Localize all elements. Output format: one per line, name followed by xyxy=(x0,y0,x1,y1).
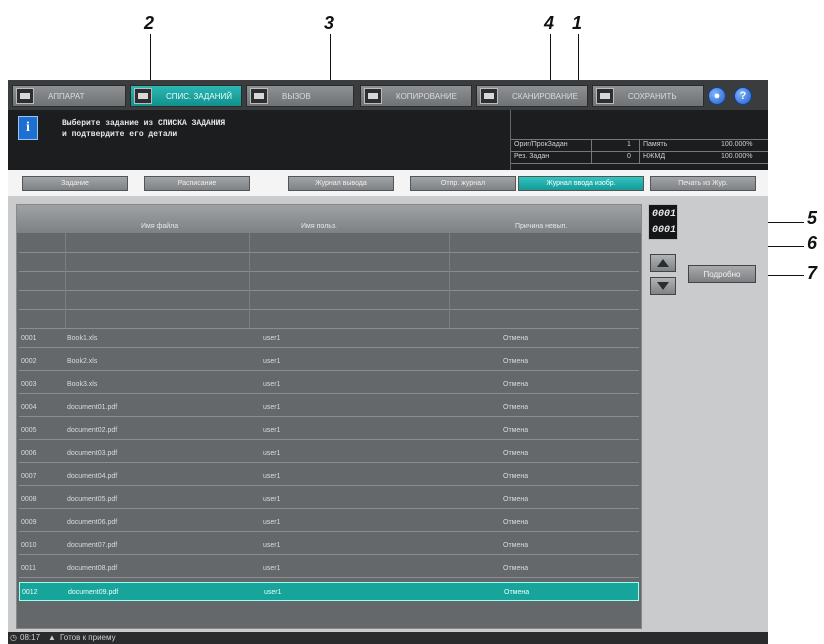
status-panel: Ориг/ПрокЗадан 1 Память 100.000% Рез. За… xyxy=(510,110,768,170)
job-list-table: Имя файла Имя польз. Причина невып. 0001… xyxy=(16,204,642,629)
control-panel-screen: АППАРАТ СПИС. ЗАДАНИЙ ВЫЗОВ КОПИРОВАНИЕ … xyxy=(8,80,768,644)
triangle-down-icon xyxy=(657,282,669,290)
subtab-output-log[interactable]: Журнал вывода xyxy=(288,176,394,191)
table-row[interactable]: 0005 document02.pdf user1 Отмена xyxy=(19,421,639,440)
sub-tab-bar: Задание Расписание Журнал вывода Отпр. ж… xyxy=(8,170,768,196)
printer-icon: ▲ xyxy=(48,633,56,642)
table-row[interactable]: 0003 Book3.xls user1 Отмена xyxy=(19,375,639,394)
message-line-2: и подтвердите его детали xyxy=(62,130,178,139)
scan-icon xyxy=(480,88,498,104)
tab-copy[interactable]: КОПИРОВАНИЕ xyxy=(360,85,472,107)
callout-7: 7 xyxy=(807,263,818,283)
hdd-value: 100.000% xyxy=(721,153,753,160)
machine-icon xyxy=(16,88,34,104)
recall-icon xyxy=(250,88,268,104)
tab-job-list[interactable]: СПИС. ЗАДАНИЙ xyxy=(130,85,242,107)
top-tab-bar: АППАРАТ СПИС. ЗАДАНИЙ ВЫЗОВ КОПИРОВАНИЕ … xyxy=(8,80,768,110)
column-failure-reason[interactable]: Причина невып. xyxy=(515,223,567,230)
hdd-label: НЖМД xyxy=(643,153,666,160)
memory-value: 100.000% xyxy=(721,141,753,148)
table-row[interactable]: 0004 document01.pdf user1 Отмена xyxy=(19,398,639,417)
table-row[interactable]: 0011 document08.pdf user1 Отмена xyxy=(19,559,639,578)
triangle-up-icon xyxy=(657,259,669,267)
table-header: Имя файла Имя польз. Причина невып. xyxy=(17,205,641,233)
counter-total: 0001 xyxy=(652,225,677,236)
message-area: i Выберите задание из СПИСКА ЗАДАНИЯ и п… xyxy=(8,110,768,170)
table-row-selected[interactable]: 0012 document09.pdf user1 Отмена xyxy=(19,582,639,601)
subtab-print-from-log[interactable]: Печать из Жур. xyxy=(650,176,756,191)
callout-2: 2 xyxy=(144,13,155,33)
clock-icon: ◷ xyxy=(10,633,17,642)
orig-job-label: Ориг/ПрокЗадан xyxy=(514,141,568,148)
clock-time: 08:17 xyxy=(20,633,41,642)
job-list-icon xyxy=(134,88,152,104)
tab-save[interactable]: СОХРАНИТЬ xyxy=(592,85,704,107)
save-icon xyxy=(596,88,614,104)
empty-row xyxy=(19,234,639,253)
orig-job-value: 1 xyxy=(627,141,631,148)
scroll-down-button[interactable] xyxy=(650,277,676,295)
page-counter: 0001 0001 xyxy=(648,204,678,240)
subtab-image-input-log[interactable]: Журнал ввода изобр. xyxy=(518,176,644,191)
empty-row xyxy=(19,253,639,272)
empty-row xyxy=(19,272,639,291)
callout-1: 1 xyxy=(572,13,583,33)
settings-globe-icon[interactable]: ● xyxy=(708,87,726,105)
empty-row xyxy=(19,310,639,329)
tab-scan[interactable]: СКАНИРОВАНИЕ xyxy=(476,85,588,107)
empty-row xyxy=(19,291,639,310)
reserve-job-value: 0 xyxy=(627,153,631,160)
callout-6: 6 xyxy=(807,233,818,253)
callout-5: 5 xyxy=(807,208,818,228)
subtab-current-jobs[interactable]: Задание xyxy=(22,176,128,191)
counter-current: 0001 xyxy=(652,209,677,220)
detail-button[interactable]: Подробно xyxy=(688,265,756,283)
scroll-up-button[interactable] xyxy=(650,254,676,272)
table-row[interactable]: 0010 document07.pdf user1 Отмена xyxy=(19,536,639,555)
column-file-name[interactable]: Имя файла xyxy=(141,223,178,230)
table-row[interactable]: 0001 Book1.xls user1 Отмена xyxy=(19,329,639,348)
bottom-status-bar: ◷ 08:17 ▲ Готов к приему xyxy=(8,632,768,644)
table-row[interactable]: 0008 document05.pdf user1 Отмена xyxy=(19,490,639,509)
copy-icon xyxy=(364,88,382,104)
subtab-send-log[interactable]: Отпр. журнал xyxy=(410,176,516,191)
info-icon: i xyxy=(18,116,38,140)
ready-status: Готов к приему xyxy=(60,633,116,642)
table-row[interactable]: 0007 document04.pdf user1 Отмена xyxy=(19,467,639,486)
table-row[interactable]: 0006 document03.pdf user1 Отмена xyxy=(19,444,639,463)
table-row[interactable]: 0009 document06.pdf user1 Отмена xyxy=(19,513,639,532)
reserve-job-label: Рез. Задан xyxy=(514,153,550,160)
help-icon[interactable]: ? xyxy=(734,87,752,105)
table-row[interactable]: 0002 Book2.xls user1 Отмена xyxy=(19,352,639,371)
memory-label: Память xyxy=(643,141,668,148)
subtab-schedule[interactable]: Расписание xyxy=(144,176,250,191)
tab-recall[interactable]: ВЫЗОВ xyxy=(246,85,354,107)
column-user-name[interactable]: Имя польз. xyxy=(301,223,337,230)
callout-4: 4 xyxy=(544,13,555,33)
callout-3: 3 xyxy=(324,13,335,33)
tab-machine[interactable]: АППАРАТ xyxy=(12,85,126,107)
message-line-1: Выберите задание из СПИСКА ЗАДАНИЯ xyxy=(62,119,226,128)
